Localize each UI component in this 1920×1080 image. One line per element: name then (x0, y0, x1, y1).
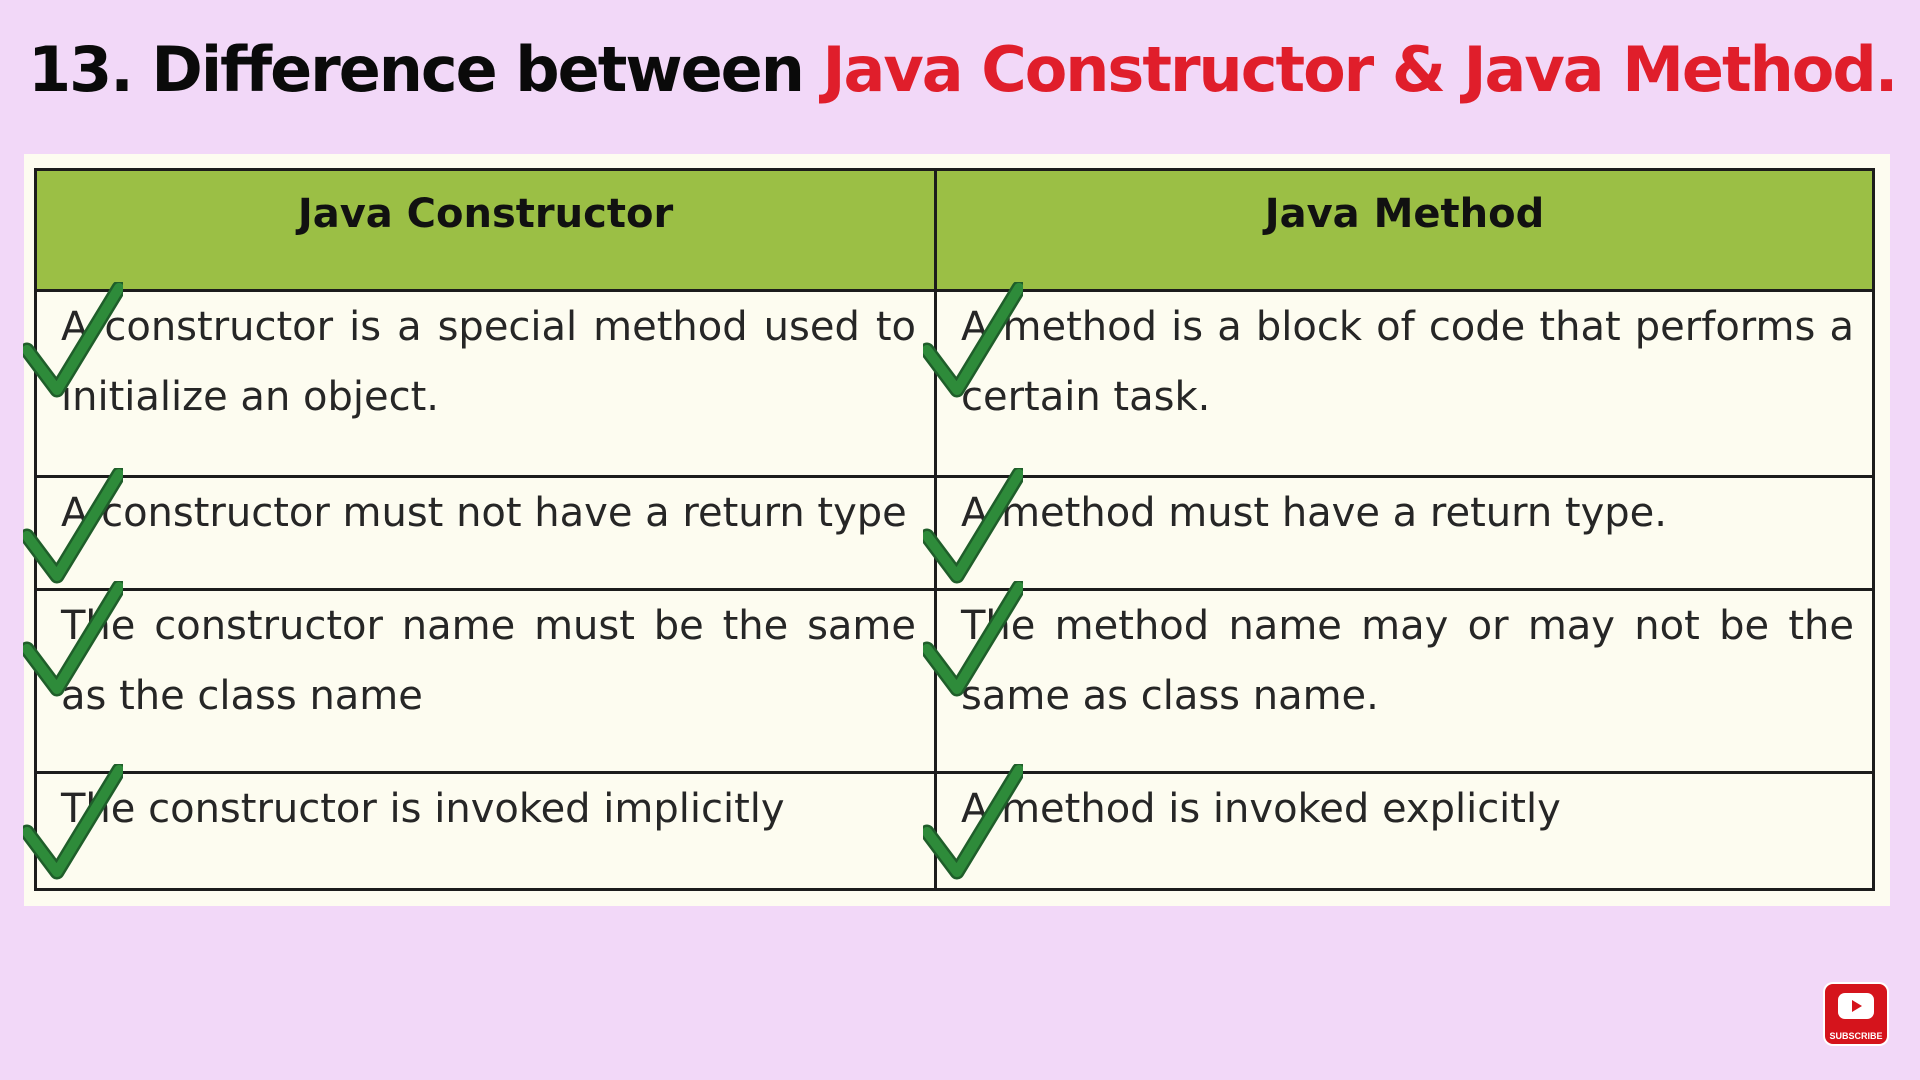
cell-text: A method must have a return type. (961, 490, 1667, 536)
method-cell: A method must have a return type. (923, 468, 1875, 591)
table-row: A constructor must not have a return typ… (23, 468, 1875, 591)
method-cell: The method name may or may not be the sa… (923, 581, 1875, 774)
cell-text: A method is invoked explicitly (961, 786, 1561, 832)
method-cell: A method is a block of code that perform… (923, 282, 1875, 478)
constructor-cell: The constructor name must be the same as… (23, 581, 937, 774)
method-cell: A method is invoked explicitly (923, 764, 1875, 891)
header-java-method: Java Method (934, 168, 1875, 292)
header-java-constructor: Java Constructor (34, 168, 937, 292)
cell-text: The method name may or may not be the sa… (961, 603, 1854, 719)
subscribe-label: SUBSCRIBE (1829, 1031, 1883, 1041)
comparison-panel: Java Constructor Java Method A construct… (23, 154, 1890, 906)
table-row: The constructor name must be the same as… (23, 581, 1875, 774)
cell-text: A constructor must not have a return typ… (61, 490, 907, 536)
table-row: The constructor is invoked implicitly A … (23, 764, 1875, 891)
constructor-cell: A constructor must not have a return typ… (23, 468, 937, 591)
constructor-cell: A constructor is a special method used t… (23, 282, 937, 478)
comparison-table: Java Constructor Java Method A construct… (23, 168, 1875, 891)
cell-text: The constructor name must be the same as… (61, 603, 916, 719)
slide-title: 13. Difference between Java Constructor … (28, 26, 1898, 114)
constructor-cell: The constructor is invoked implicitly (23, 764, 937, 891)
youtube-play-icon (1838, 993, 1874, 1019)
cell-text: The constructor is invoked implicitly (61, 786, 785, 832)
title-prefix: 13. Difference between (28, 33, 823, 106)
title-highlight: Java Constructor & Java Method. (822, 33, 1898, 106)
cell-text: A method is a block of code that perform… (961, 304, 1854, 420)
subscribe-button[interactable]: SUBSCRIBE (1825, 984, 1887, 1044)
table-row: A constructor is a special method used t… (23, 282, 1875, 478)
cell-text: A constructor is a special method used t… (61, 304, 916, 420)
header-row: Java Constructor Java Method (34, 168, 1875, 292)
